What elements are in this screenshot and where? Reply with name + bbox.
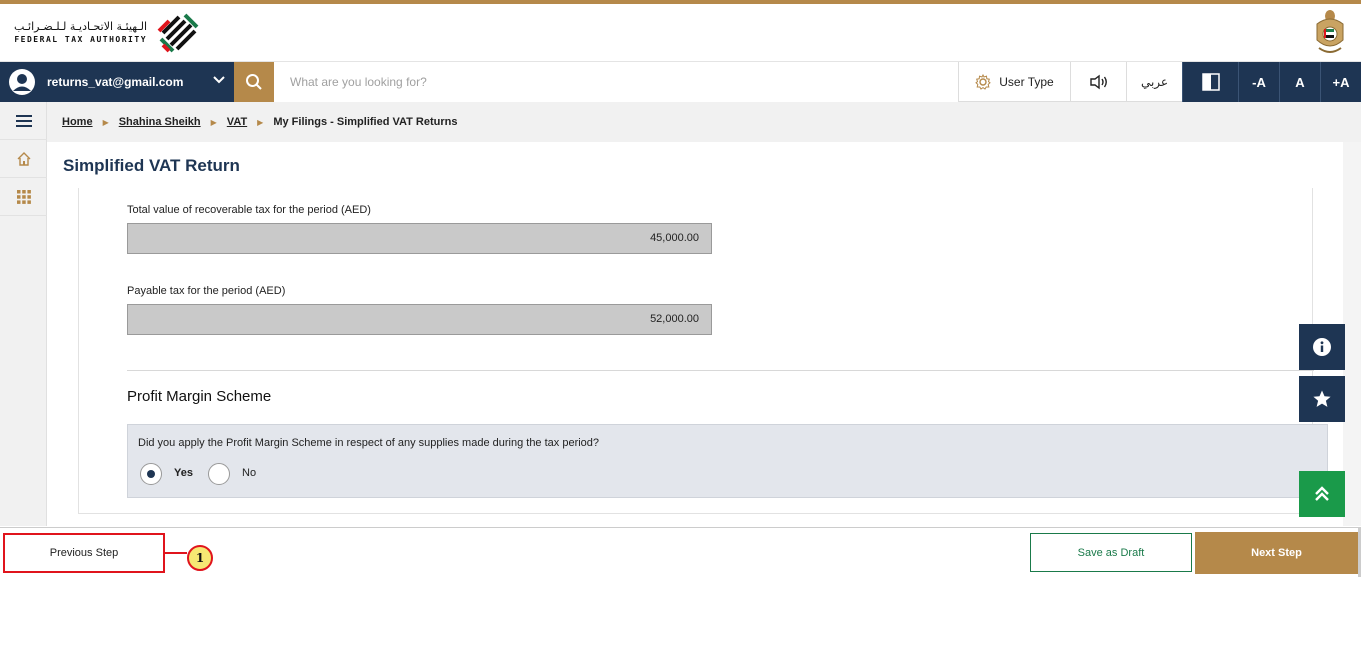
- double-chevron-up-icon: [1315, 486, 1329, 501]
- payable-tax-field: 52,000.00: [127, 304, 712, 335]
- user-type-button[interactable]: User Type: [958, 62, 1070, 102]
- page-title: Simplified VAT Return: [63, 156, 240, 175]
- left-sidebar: [0, 102, 47, 526]
- fta-logo-icon: [157, 13, 199, 53]
- search-button[interactable]: [234, 62, 274, 102]
- font-decrease-button[interactable]: -A: [1238, 62, 1279, 102]
- section-divider: [127, 370, 1314, 371]
- font-normal-label: A: [1295, 74, 1305, 90]
- breadcrumb-home[interactable]: Home: [62, 116, 93, 128]
- breadcrumb-user[interactable]: Shahina Sheikh: [119, 116, 201, 128]
- callout-badge: 1: [187, 545, 213, 571]
- sidebar-menu-toggle[interactable]: [0, 102, 47, 140]
- font-increase-label: +A: [1332, 74, 1350, 90]
- main-content: Simplified VAT Return Total value of rec…: [47, 142, 1361, 526]
- recoverable-tax-field: 45,000.00: [127, 223, 712, 254]
- logo-arabic-text: الـهيئـة الاتحـاديـة لـلـضـرائـب: [14, 20, 148, 33]
- radio-no-label[interactable]: No: [242, 467, 256, 479]
- chevron-down-icon[interactable]: [212, 73, 226, 87]
- font-decrease-label: -A: [1252, 74, 1266, 90]
- arabic-label: عربي: [1140, 75, 1169, 89]
- info-button[interactable]: [1299, 324, 1345, 370]
- favorite-button[interactable]: [1299, 376, 1345, 422]
- logo-text: الـهيئـة الاتحـاديـة لـلـضـرائـب FEDERAL…: [14, 20, 147, 46]
- callout-connector: [165, 552, 187, 554]
- site-header: الـهيئـة الاتحـاديـة لـلـضـرائـب FEDERAL…: [0, 4, 1361, 62]
- breadcrumb-separator-icon: ▶: [257, 117, 264, 127]
- profit-margin-question: Did you apply the Profit Margin Scheme i…: [127, 424, 1328, 498]
- info-icon: [1313, 338, 1331, 356]
- sidebar-item-apps[interactable]: [0, 178, 47, 216]
- search-icon: [246, 74, 262, 90]
- search-input[interactable]: [274, 62, 958, 102]
- user-type-label: User Type: [999, 75, 1054, 89]
- font-normal-button[interactable]: A: [1279, 62, 1320, 102]
- breadcrumb-separator-icon: ▶: [102, 117, 109, 127]
- recoverable-tax-label: Total value of recoverable tax for the p…: [127, 204, 371, 216]
- form-footer: Previous Step 1 Save as Draft Next Step: [0, 527, 1358, 577]
- gear-icon: [975, 74, 992, 90]
- uae-emblem-icon: [1316, 10, 1344, 53]
- breadcrumb-current: My Filings - Simplified VAT Returns: [273, 116, 458, 128]
- speaker-icon: [1089, 74, 1107, 90]
- radio-no[interactable]: [208, 463, 230, 485]
- radio-yes[interactable]: [140, 463, 162, 485]
- scrollbar-track[interactable]: [1343, 142, 1361, 526]
- top-navbar: returns_vat@gmail.com User Type عربي: [0, 62, 1361, 102]
- return-form-card: Total value of recoverable tax for the p…: [78, 188, 1328, 514]
- font-increase-button[interactable]: +A: [1320, 62, 1361, 102]
- user-menu[interactable]: returns_vat@gmail.com: [0, 62, 234, 102]
- contrast-icon: [1201, 73, 1220, 91]
- apps-grid-icon: [16, 189, 31, 204]
- user-email: returns_vat@gmail.com: [47, 75, 184, 89]
- question-text: Did you apply the Profit Margin Scheme i…: [138, 437, 600, 449]
- logo-english-text: FEDERAL TAX AUTHORITY: [14, 35, 148, 44]
- breadcrumb-vat[interactable]: VAT: [227, 116, 247, 128]
- star-icon: [1313, 390, 1331, 407]
- profit-margin-section-title: Profit Margin Scheme: [127, 388, 272, 405]
- fta-logo[interactable]: الـهيئـة الاتحـاديـة لـلـضـرائـب FEDERAL…: [14, 8, 203, 58]
- sidebar-item-home[interactable]: [0, 140, 47, 178]
- home-icon: [17, 151, 30, 166]
- next-step-button[interactable]: Next Step: [1195, 532, 1358, 574]
- payable-tax-label: Payable tax for the period (AED): [127, 285, 286, 297]
- breadcrumb: Home ▶ Shahina Sheikh ▶ VAT ▶ My Filings…: [47, 102, 1361, 142]
- breadcrumb-separator-icon: ▶: [210, 117, 217, 127]
- save-as-draft-button[interactable]: Save as Draft: [1030, 533, 1192, 572]
- previous-step-button[interactable]: Previous Step: [3, 533, 165, 573]
- contrast-toggle-button[interactable]: [1182, 62, 1238, 102]
- user-avatar-icon: [9, 69, 35, 95]
- radio-yes-label[interactable]: Yes: [174, 467, 193, 479]
- scroll-to-top-button[interactable]: [1299, 471, 1345, 517]
- language-toggle-arabic[interactable]: عربي: [1126, 62, 1182, 102]
- hamburger-icon: [15, 114, 32, 127]
- text-to-speech-button[interactable]: [1070, 62, 1126, 102]
